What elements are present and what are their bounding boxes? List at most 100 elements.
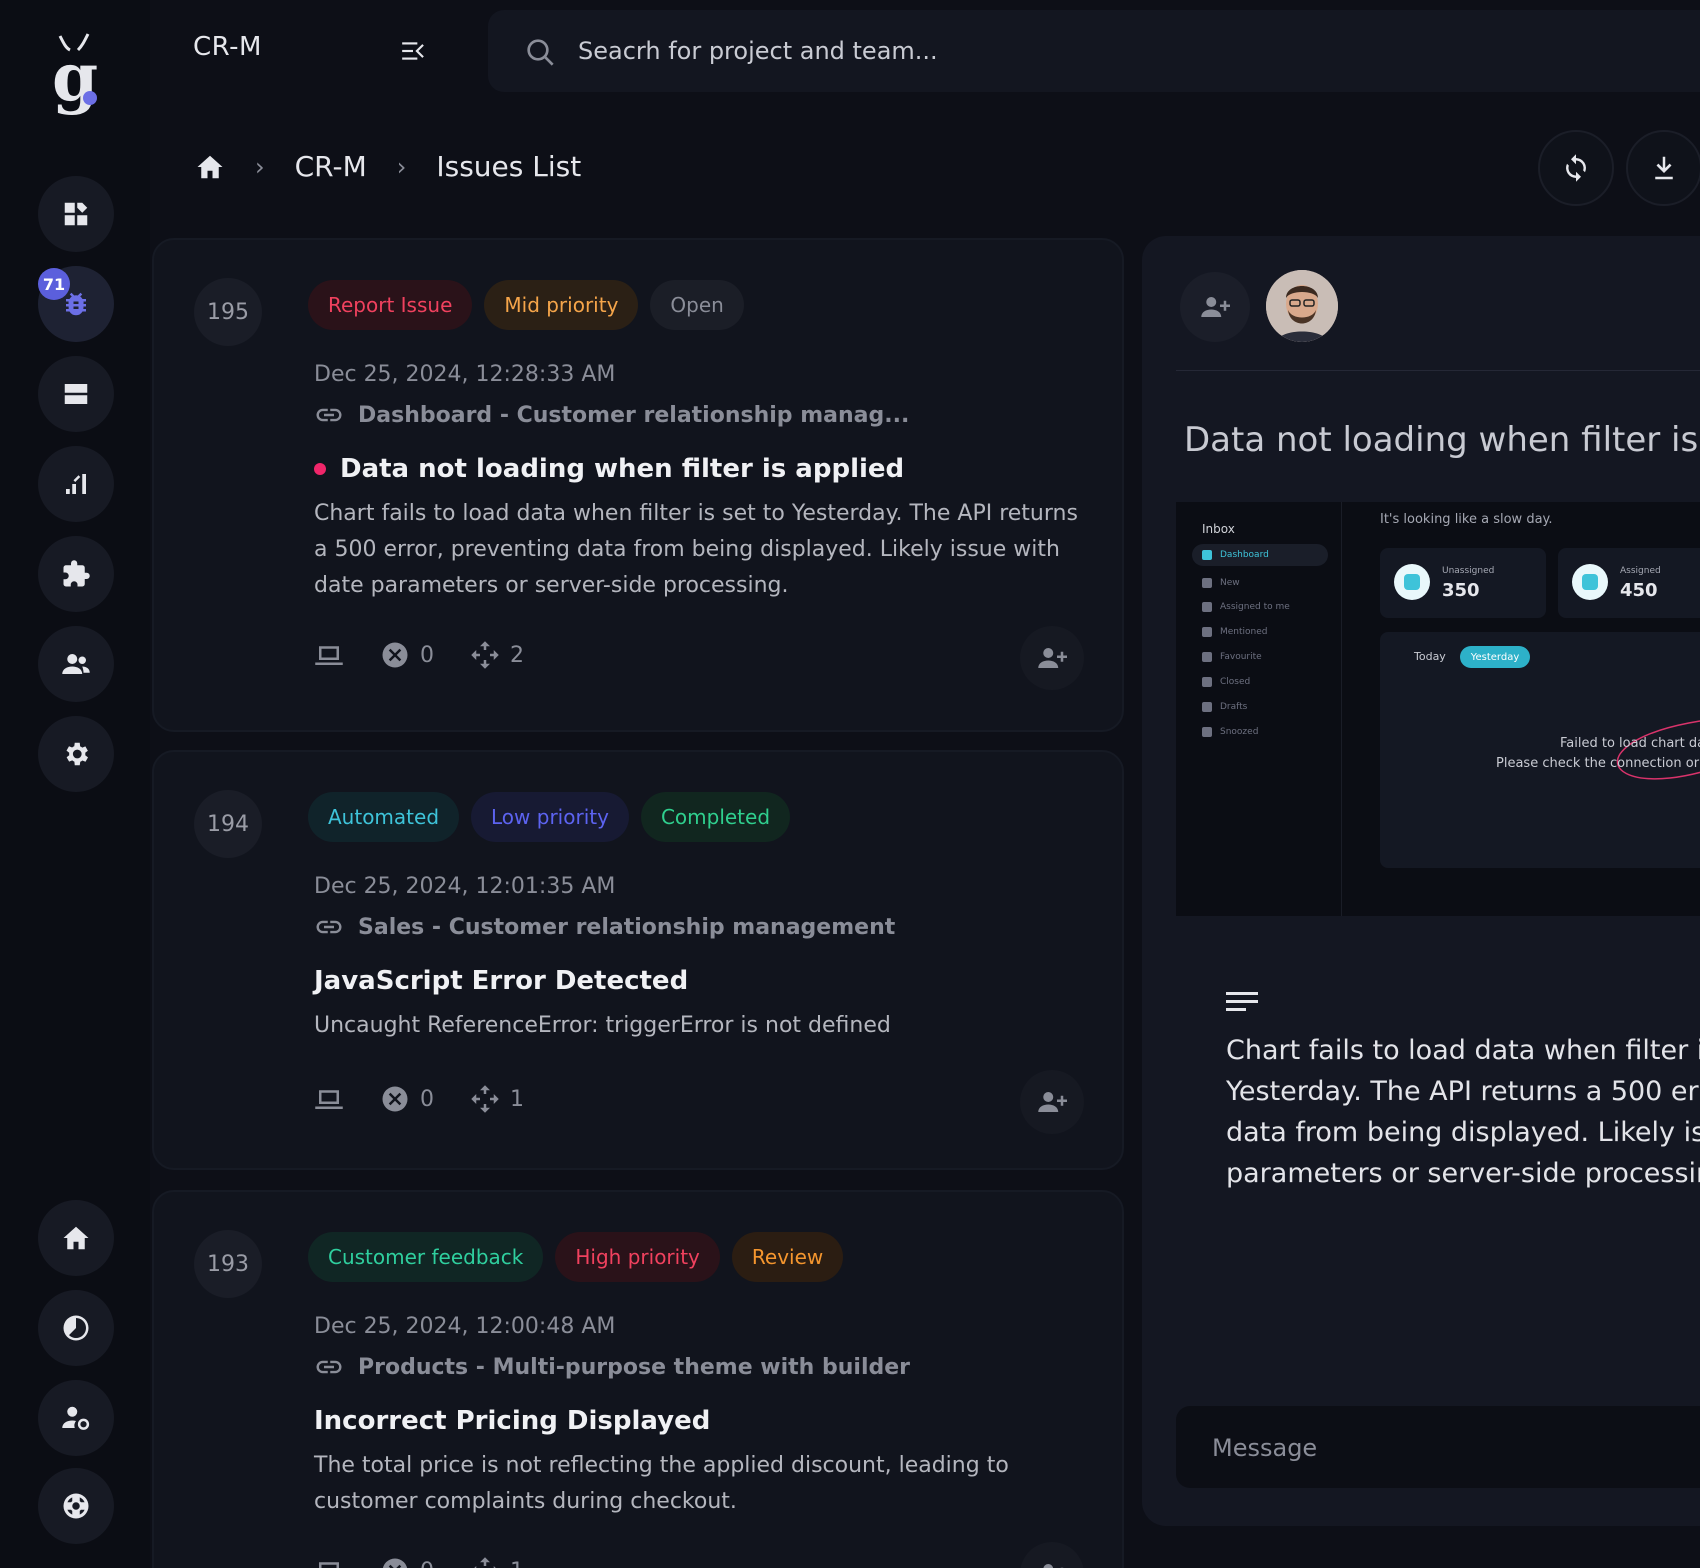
screenshot-nav-item: Dashboard — [1192, 544, 1328, 566]
issue-card[interactable]: 195 Report Issue Mid priority Open Dec 2… — [152, 238, 1124, 732]
message-composer — [1176, 1406, 1700, 1488]
issue-source-link[interactable]: Sales - Customer relationship management — [314, 912, 895, 942]
user-settings-nav[interactable] — [38, 1380, 114, 1456]
issue-tags: Automated Low priority Completed — [308, 792, 791, 842]
user-icon — [1572, 564, 1608, 600]
download-button[interactable] — [1626, 130, 1700, 206]
team-nav[interactable] — [38, 626, 114, 702]
issue-title-text: Data not loading when filter is applied — [340, 454, 905, 484]
issue-number: 193 — [194, 1230, 262, 1298]
add-user-icon — [1043, 1564, 1064, 1568]
issue-title[interactable]: JavaScript Error Detected — [314, 966, 688, 996]
issue-description: The total price is not reflecting the ap… — [314, 1453, 1009, 1514]
dashboard-nav[interactable] — [38, 176, 114, 252]
settings-nav[interactable] — [38, 716, 114, 792]
home-icon[interactable] — [195, 152, 225, 182]
message-input[interactable] — [1212, 1428, 1700, 1468]
issue-screenshot[interactable]: Inbox Dashboard New Assigned to me Menti… — [1176, 502, 1700, 916]
issue-description: Chart fails to load data when filter is … — [314, 501, 1078, 598]
screenshot-status-message: It's looking like a slow day. — [1380, 512, 1553, 527]
inbox-icon — [1394, 564, 1430, 600]
issue-description: Uncaught ReferenceError: triggerError is… — [314, 1013, 891, 1038]
assign-user-button[interactable] — [1020, 1070, 1084, 1134]
activity-nav[interactable] — [38, 1290, 114, 1366]
integrations-nav[interactable] — [38, 536, 114, 612]
issue-date: Dec 25, 2024, 12:28:33 AM — [314, 362, 616, 387]
screenshot-nav-item: Closed — [1192, 671, 1328, 693]
type-tag[interactable]: Customer feedback — [308, 1232, 544, 1282]
issue-meta: 0 2 — [314, 640, 524, 670]
issues-nav[interactable]: 71 — [38, 266, 114, 342]
status-tag[interactable]: Open — [650, 280, 744, 330]
priority-tag[interactable]: Low priority — [471, 792, 629, 842]
issue-card[interactable]: 193 Customer feedback High priority Revi… — [152, 1190, 1124, 1568]
search-icon — [527, 39, 554, 66]
issue-number: 195 — [194, 278, 262, 346]
stat-label: Assigned — [1620, 566, 1661, 576]
screenshot-nav-item: Mentioned — [1192, 621, 1328, 643]
link-icon — [316, 1360, 342, 1374]
screenshot-inbox-label: Inbox — [1202, 522, 1235, 536]
event-count: 2 — [510, 642, 524, 668]
event-count: 1 — [510, 1559, 524, 1568]
breadcrumb-current-page: Issues List — [436, 150, 582, 183]
search-bar — [488, 10, 1700, 92]
app-logo[interactable]: g — [44, 30, 106, 126]
screenshot-nav-item: Drafts — [1192, 696, 1328, 718]
download-icon — [1655, 156, 1673, 180]
error-circle-icon — [382, 642, 408, 668]
type-tag[interactable]: Automated — [308, 792, 460, 842]
error-circle-icon — [382, 1086, 408, 1112]
status-tag[interactable]: Completed — [640, 792, 791, 842]
assignee-avatar[interactable] — [1266, 270, 1338, 342]
detail-title: Data not loading when filter is applied — [1184, 420, 1700, 460]
storage-nav[interactable] — [38, 356, 114, 432]
issue-title-text: JavaScript Error Detected — [314, 966, 689, 996]
breadcrumb: › CR-M › Issues List — [195, 150, 581, 183]
issue-title-text: Incorrect Pricing Displayed — [314, 1406, 711, 1436]
type-tag[interactable]: Report Issue — [308, 280, 473, 330]
assign-user-button[interactable] — [1020, 1542, 1084, 1568]
assign-user-button[interactable] — [1020, 626, 1084, 690]
issue-title[interactable]: Data not loading when filter is applied — [314, 454, 904, 484]
screenshot-stat-card: Assigned 450 — [1558, 548, 1700, 618]
issue-source-link[interactable]: Products - Multi-purpose theme with buil… — [314, 1352, 910, 1382]
error-count: 0 — [420, 1559, 434, 1568]
screenshot-chart-area: Today Yesterday Failed to load chart dat… — [1380, 632, 1700, 868]
link-icon — [316, 408, 342, 422]
left-rail: g 71 — [0, 0, 150, 1568]
issue-card[interactable]: 194 Automated Low priority Completed Dec… — [152, 750, 1124, 1170]
puzzle-icon — [63, 560, 90, 587]
stat-value: 350 — [1442, 580, 1480, 601]
priority-tag[interactable]: High priority — [555, 1232, 720, 1282]
home-nav[interactable] — [38, 1200, 114, 1276]
events-move-icon — [471, 1085, 499, 1113]
reports-nav[interactable] — [38, 446, 114, 522]
event-count: 1 — [510, 1086, 524, 1112]
issue-meta: 0 1 — [314, 1556, 524, 1568]
screenshot-error-hint: Please check the connection or try again — [1496, 756, 1700, 771]
issue-tags: Report Issue Mid priority Open — [308, 280, 744, 330]
search-input[interactable] — [578, 30, 1478, 72]
laptop-icon — [319, 1562, 339, 1568]
issue-title[interactable]: Incorrect Pricing Displayed — [314, 1406, 710, 1436]
breadcrumb-project[interactable]: CR-M — [295, 150, 367, 183]
annotation-ellipse — [1616, 720, 1700, 780]
issue-number: 194 — [194, 790, 262, 858]
laptop-icon — [315, 646, 343, 665]
users-icon — [62, 654, 90, 674]
status-tag[interactable]: Review — [731, 1232, 844, 1282]
chevron-right-icon: › — [255, 152, 265, 181]
issue-source-text: Sales - Customer relationship management — [358, 914, 896, 940]
error-count: 0 — [420, 642, 434, 668]
stat-value: 450 — [1620, 580, 1658, 601]
help-nav[interactable] — [38, 1468, 114, 1544]
detail-description: Chart fails to load data when filter is … — [1226, 1035, 1700, 1189]
issue-source-link[interactable]: Dashboard - Customer relationship manag.… — [314, 400, 909, 430]
collapse-menu-icon[interactable] — [400, 38, 426, 64]
issues-count-badge: 71 — [38, 268, 70, 300]
priority-tag[interactable]: Mid priority — [484, 280, 639, 330]
refresh-button[interactable] — [1538, 130, 1614, 206]
events-move-icon — [474, 1557, 496, 1568]
add-assignee-button[interactable] — [1180, 272, 1250, 342]
